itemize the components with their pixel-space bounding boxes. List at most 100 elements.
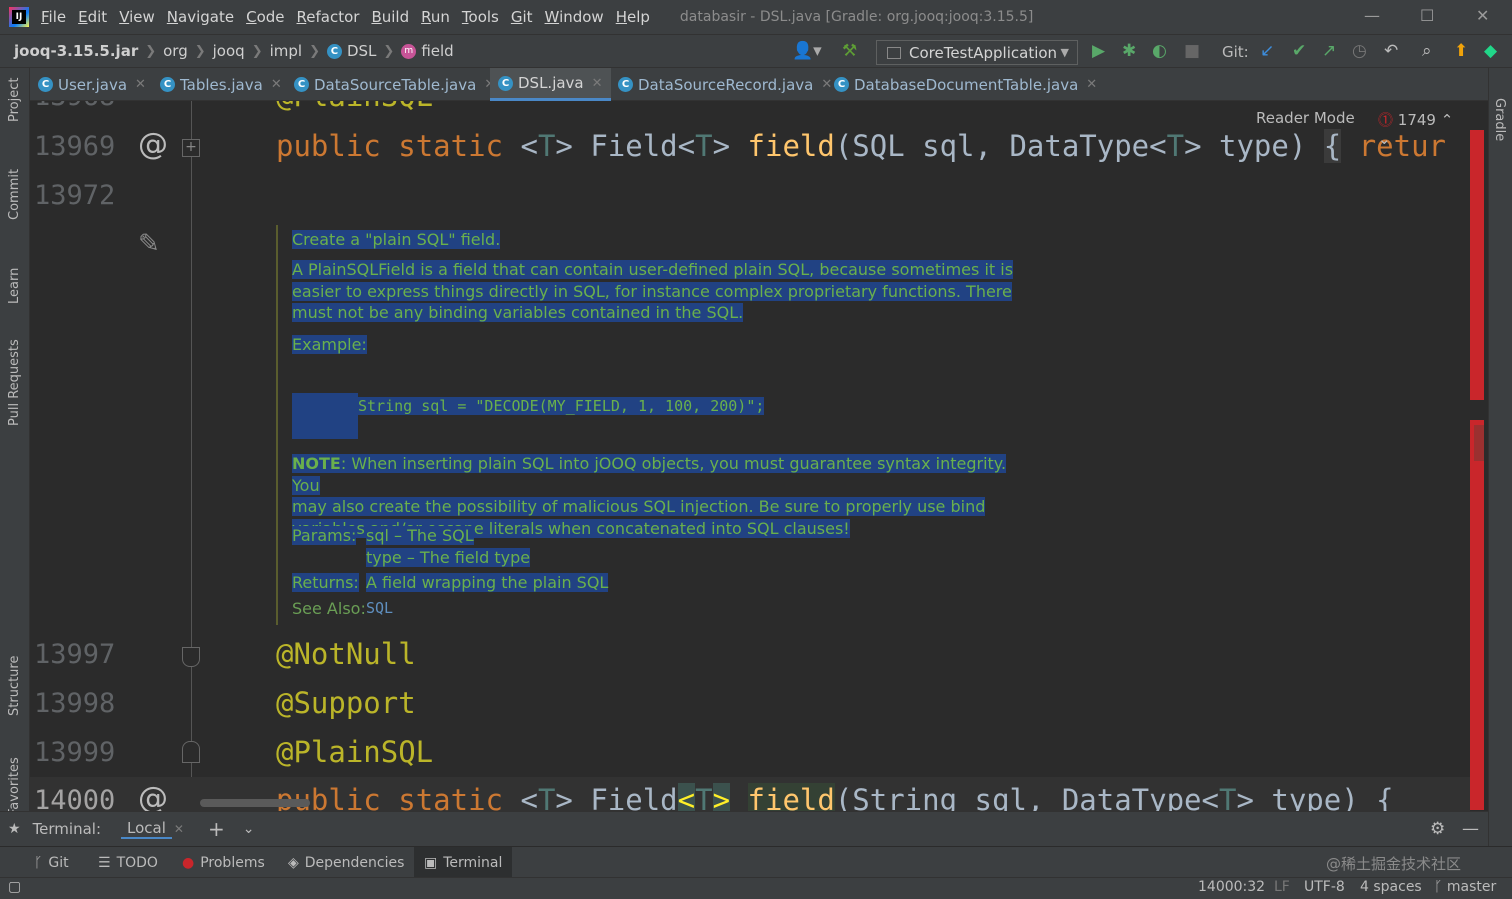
tab-datasourcerecord-java[interactable]: C DataSourceRecord.java ✕ — [618, 68, 832, 101]
git-push-icon[interactable]: ↗ — [1322, 41, 1336, 61]
close-icon[interactable]: ✕ — [135, 77, 146, 92]
close-window-icon[interactable]: ✕ — [1476, 6, 1489, 25]
fold-marker-icon[interactable] — [182, 741, 200, 763]
tab-dsl-java[interactable]: C DSL.java ✕ — [490, 68, 611, 101]
menu-run[interactable]: Run — [421, 8, 450, 26]
chevron-up-icon[interactable]: ⌃ — [1441, 111, 1454, 129]
star-icon[interactable]: ★ — [8, 821, 21, 837]
override-marker-icon[interactable]: @ — [138, 781, 168, 811]
build-hammer-icon[interactable]: ⚒ — [842, 41, 857, 61]
breadcrumb-org[interactable]: org — [163, 42, 188, 60]
menu-window[interactable]: Window — [545, 8, 604, 26]
breadcrumb-field-label: field — [421, 42, 454, 60]
tab-databasedocumenttable-java[interactable]: C DatabaseDocumentTable.java ✕ — [834, 68, 1097, 101]
menu-edit[interactable]: Edit — [78, 8, 107, 26]
hide-panel-icon[interactable]: — — [1462, 819, 1479, 839]
breadcrumb-dsl[interactable]: C DSL — [326, 42, 376, 60]
close-icon[interactable]: ✕ — [821, 77, 832, 92]
tool-tab-gradle[interactable]: Gradle — [1492, 98, 1507, 141]
menu-navigate[interactable]: Navigate — [167, 8, 234, 26]
run-configuration-select[interactable]: CoreTestApplication ▼ — [876, 40, 1078, 65]
doc-params: sql – The SQL type – The field type — [366, 526, 531, 567]
tool-terminal[interactable]: ▣ Terminal — [414, 847, 513, 878]
tool-dependencies[interactable]: ◈ Dependencies — [288, 847, 404, 878]
menu-help[interactable]: Help — [616, 8, 650, 26]
gear-icon[interactable]: ⚙ — [1430, 819, 1445, 839]
close-icon[interactable]: ✕ — [174, 822, 184, 836]
tool-git[interactable]: ᚴ Git — [34, 847, 69, 878]
rendered-javadoc[interactable]: Create a "plain SQL" field. A PlainSQLFi… — [276, 225, 1016, 625]
git-branch[interactable]: ᚴ master — [1434, 879, 1496, 895]
file-encoding[interactable]: UTF-8 — [1304, 879, 1345, 895]
close-icon[interactable]: ✕ — [592, 76, 603, 91]
code-editor[interactable]: 13968 @PlainSQL 13969 @ + public static … — [30, 101, 1470, 811]
coverage-icon[interactable]: ◐ — [1152, 41, 1167, 61]
chevron-down-icon[interactable]: ⌄ — [1378, 130, 1391, 148]
tool-tab-commit[interactable]: Commit — [7, 169, 22, 220]
error-counter[interactable]: ⓵ 1749 ⌃ ⌄ — [1378, 109, 1470, 148]
error-stripe[interactable] — [1470, 130, 1486, 810]
close-icon[interactable]: ✕ — [271, 77, 282, 92]
menu-file[interactable]: File — [41, 8, 66, 26]
tool-tab-favorites[interactable]: Favorites — [7, 757, 22, 816]
horizontal-scrollbar[interactable] — [200, 799, 310, 807]
breadcrumb-impl[interactable]: impl — [270, 42, 302, 60]
override-marker-icon[interactable]: @ — [138, 127, 168, 162]
tab-user-java[interactable]: C User.java ✕ — [38, 68, 146, 101]
terminal-header: ★ Terminal: Local ✕ + ⌄ ⚙ — — [0, 811, 1488, 846]
maximize-icon[interactable]: ☐ — [1420, 6, 1434, 25]
tool-tab-structure[interactable]: Structure — [7, 656, 22, 716]
chevron-down-icon[interactable]: ⌄ — [243, 821, 255, 837]
line-number: 13998 — [34, 688, 116, 719]
menu-code[interactable]: Code — [246, 8, 284, 26]
menu-build[interactable]: Build — [371, 8, 409, 26]
line-separator[interactable]: LF — [1274, 879, 1290, 895]
close-icon[interactable]: ✕ — [1086, 77, 1097, 92]
error-marker[interactable] — [1470, 420, 1484, 810]
git-update-icon[interactable]: ↙ — [1260, 41, 1274, 61]
scroll-thumb[interactable] — [1474, 425, 1484, 461]
tool-tab-project[interactable]: Project — [7, 78, 22, 122]
tool-tab-pull-requests[interactable]: Pull Requests — [7, 339, 22, 426]
history-icon[interactable]: ◷ — [1352, 41, 1367, 61]
menu-tools[interactable]: Tools — [462, 8, 499, 26]
tab-datasourcetable-java[interactable]: CDataSourceTable.java✕ — [294, 68, 495, 101]
config-icon — [887, 46, 901, 59]
layout-icon[interactable]: ▢ — [8, 879, 21, 895]
search-icon[interactable]: ⌕ — [1422, 41, 1432, 61]
add-terminal-icon[interactable]: + — [208, 817, 225, 841]
tool-tab-learn[interactable]: Learn — [7, 268, 22, 304]
editor-tabs: C User.java ✕ C Tables.java ✕ C DataSourceTab… — [30, 68, 1488, 101]
indent-setting[interactable]: 4 spaces — [1360, 879, 1422, 895]
terminal-tab-local[interactable]: Local — [121, 819, 172, 839]
minimize-icon[interactable]: — — [1364, 6, 1380, 25]
tool-todo[interactable]: ☰ TODO — [98, 847, 158, 878]
caret-position[interactable]: 14000:32 — [1198, 879, 1265, 895]
menu-view[interactable]: View — [119, 8, 155, 26]
run-icon[interactable]: ▶ — [1092, 41, 1105, 61]
user-icon[interactable]: 👤▾ — [792, 41, 822, 61]
doc-see-also-link[interactable]: SQL — [366, 598, 393, 620]
error-marker[interactable] — [1470, 130, 1484, 400]
rollback-icon[interactable]: ↶ — [1384, 41, 1398, 61]
stop-icon[interactable]: ■ — [1184, 41, 1200, 61]
breadcrumb-field[interactable]: m field — [401, 42, 454, 60]
tab-label: DataSourceRecord.java — [638, 75, 814, 94]
branch-icon: ᚴ — [1434, 879, 1447, 895]
fold-marker-icon[interactable] — [182, 647, 200, 667]
breadcrumb-jooq[interactable]: jooq — [213, 42, 245, 60]
plugin-icon[interactable]: ◆ — [1484, 41, 1497, 61]
debug-icon[interactable]: ✱ — [1122, 41, 1136, 61]
tool-problems[interactable]: ● Problems — [182, 847, 265, 878]
update-icon[interactable]: ⬆ — [1454, 41, 1468, 61]
terminal-label: Terminal: — [32, 820, 102, 838]
edit-pencil-icon[interactable]: ✎ — [138, 229, 160, 259]
reader-mode-toggle[interactable]: Reader Mode — [1256, 109, 1355, 127]
tab-tables-java[interactable]: C Tables.java ✕ — [160, 68, 282, 101]
menu-git[interactable]: Git — [511, 8, 533, 26]
git-commit-icon[interactable]: ✔ — [1292, 41, 1306, 61]
fold-expand-icon[interactable]: + — [182, 139, 200, 157]
menu-refactor[interactable]: Refactor — [297, 8, 360, 26]
breadcrumb-jar[interactable]: jooq-3.15.5.jar — [14, 42, 138, 60]
chevron-right-icon: ❯ — [251, 43, 263, 59]
